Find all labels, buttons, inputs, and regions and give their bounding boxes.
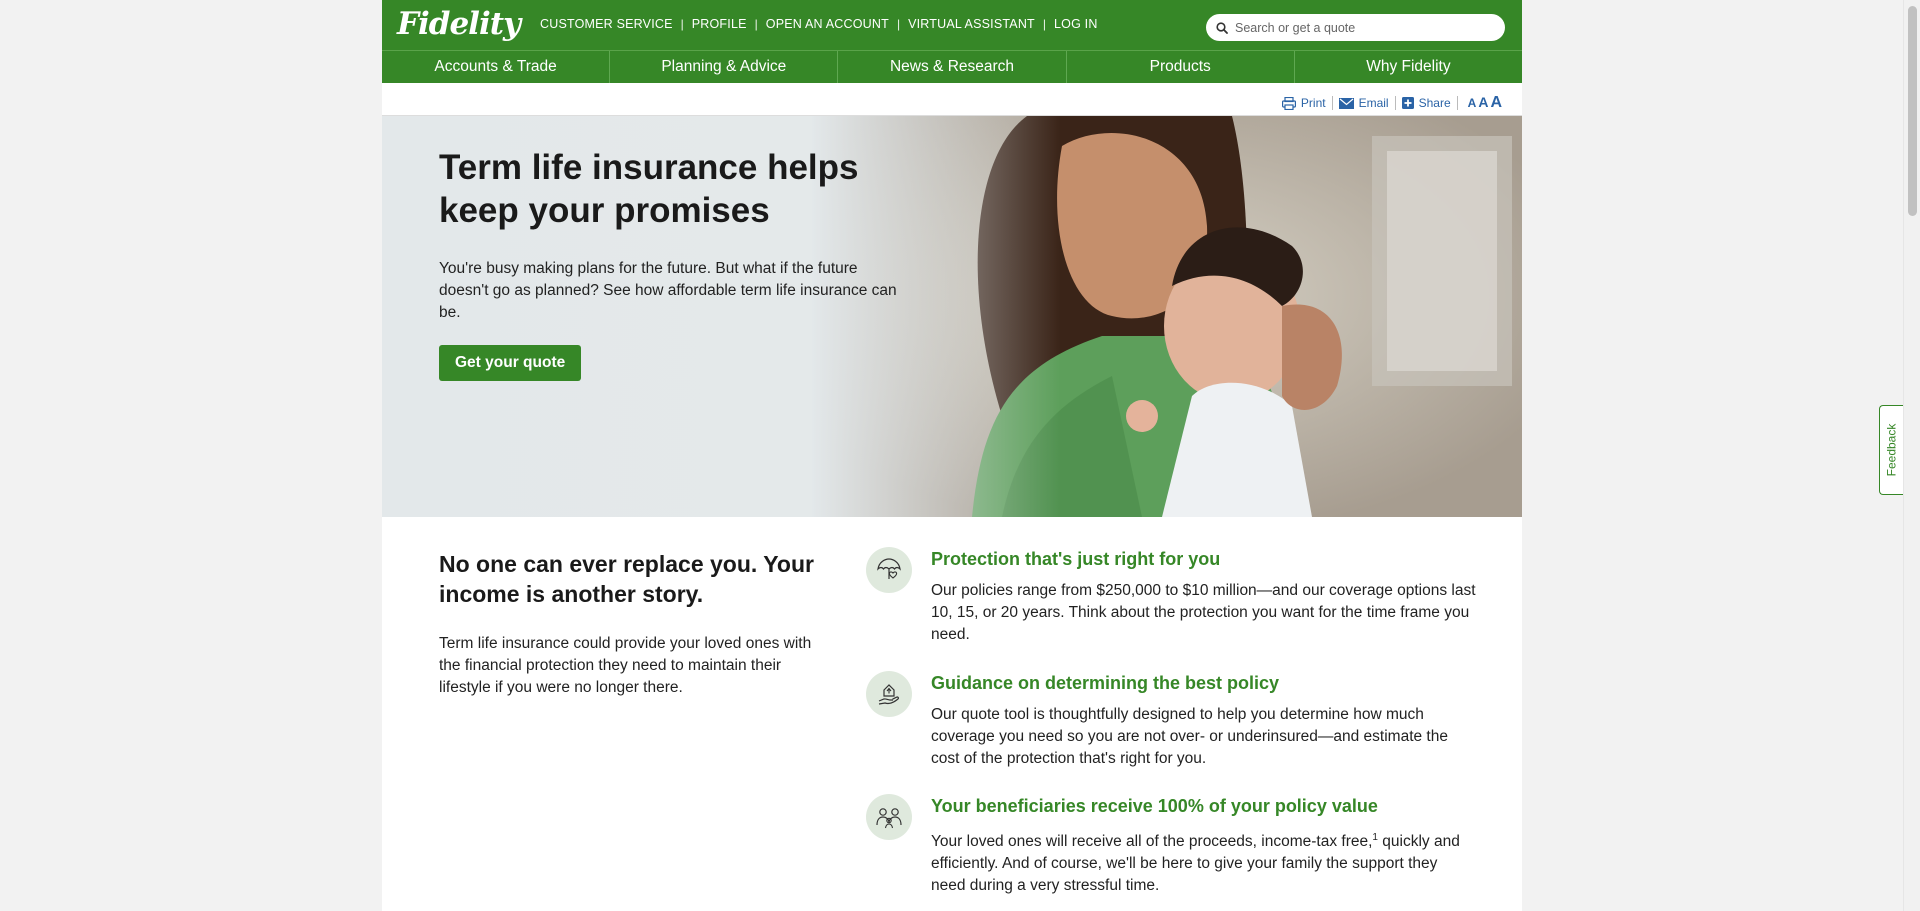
benefits-section: No one can ever replace you. Your income… [382,517,1522,911]
divider [1331,96,1333,110]
open-account-link[interactable]: OPEN AN ACCOUNT [766,17,889,31]
divider [1456,96,1458,110]
utility-links: CUSTOMER SERVICE | PROFILE | OPEN AN ACC… [540,17,1098,31]
feedback-tab[interactable]: Feedback [1879,405,1903,495]
text-size-large[interactable]: A [1490,94,1502,112]
hero-text: You're busy making plans for the future.… [439,260,897,321]
hero-copy: Term life insurance helps keep your prom… [439,146,899,381]
scrollbar-thumb[interactable] [1908,6,1917,216]
fidelity-logo[interactable]: Fidelity [397,6,521,42]
feature-text: Our policies range from $250,000 to $10 … [931,582,1476,643]
nav-planning-advice[interactable]: Planning & Advice [610,51,839,83]
profile-link[interactable]: PROFILE [692,17,747,31]
text-size-small[interactable]: A [1468,96,1477,110]
nav-products[interactable]: Products [1067,51,1295,83]
nav-why-fidelity[interactable]: Why Fidelity [1295,51,1522,83]
divider [1394,96,1396,110]
search-input[interactable] [1235,20,1485,35]
print-label: Print [1300,96,1326,110]
hero-title: Term life insurance helps keep your prom… [439,148,859,230]
separator: | [1042,17,1047,31]
feature-title: Guidance on determining the best policy [931,673,1280,693]
text-size-controls: A A A [1468,94,1504,112]
plus-box-icon [1401,97,1414,109]
intro-column: No one can ever replace you. Your income… [439,549,819,699]
virtual-assistant-link[interactable]: VIRTUAL ASSISTANT [908,17,1035,31]
page: Fidelity CUSTOMER SERVICE | PROFILE | OP… [382,0,1522,911]
customer-service-link[interactable]: CUSTOMER SERVICE [540,17,673,31]
feature-protection: Protection that's just right for you Our… [866,547,1476,646]
separator: | [896,17,901,31]
feedback-label: Feedback [1884,423,1899,477]
page-tools: Print Email Share A A A [382,83,1522,116]
email-button[interactable]: Email [1338,96,1389,110]
nav-accounts-trade[interactable]: Accounts & Trade [382,51,611,83]
feature-title: Protection that's just right for you [931,549,1221,569]
scrollbar[interactable] [1903,0,1920,911]
feature-text: Our quote tool is thoughtfully designed … [931,706,1448,767]
family-icon [866,794,912,840]
print-button[interactable]: Print [1281,96,1326,110]
hero-banner: Term life insurance helps keep your prom… [382,116,1522,517]
hand-house-icon [866,671,912,717]
intro-title: No one can ever replace you. Your income… [439,551,814,607]
envelope-icon [1338,97,1354,109]
umbrella-heart-icon [866,547,912,593]
feature-text: Your loved ones will receive all of the … [931,827,1476,897]
separator: | [754,17,758,31]
search-box[interactable] [1206,14,1505,41]
separator: | [680,17,684,31]
feature-text-part: Your loved ones will receive all of the … [931,833,1373,851]
email-label: Email [1358,96,1389,110]
feature-guidance: Guidance on determining the best policy … [866,671,1476,770]
main-nav: Accounts & Trade Planning & Advice News … [382,50,1522,83]
nav-news-research[interactable]: News & Research [838,51,1067,83]
share-label: Share [1418,96,1451,110]
text-size-medium[interactable]: A [1478,94,1488,110]
intro-text: Term life insurance could provide your l… [439,635,812,696]
share-button[interactable]: Share [1401,96,1451,110]
printer-icon [1281,96,1296,110]
feature-title: Your beneficiaries receive 100% of your … [931,796,1378,816]
feature-beneficiaries: Your beneficiaries receive 100% of your … [866,794,1476,897]
top-bar: Fidelity CUSTOMER SERVICE | PROFILE | OP… [382,0,1522,50]
get-quote-button[interactable]: Get your quote [439,345,582,381]
log-in-link[interactable]: LOG IN [1054,17,1098,31]
mother-and-baby-photo [812,116,1522,517]
search-icon [1216,21,1228,34]
